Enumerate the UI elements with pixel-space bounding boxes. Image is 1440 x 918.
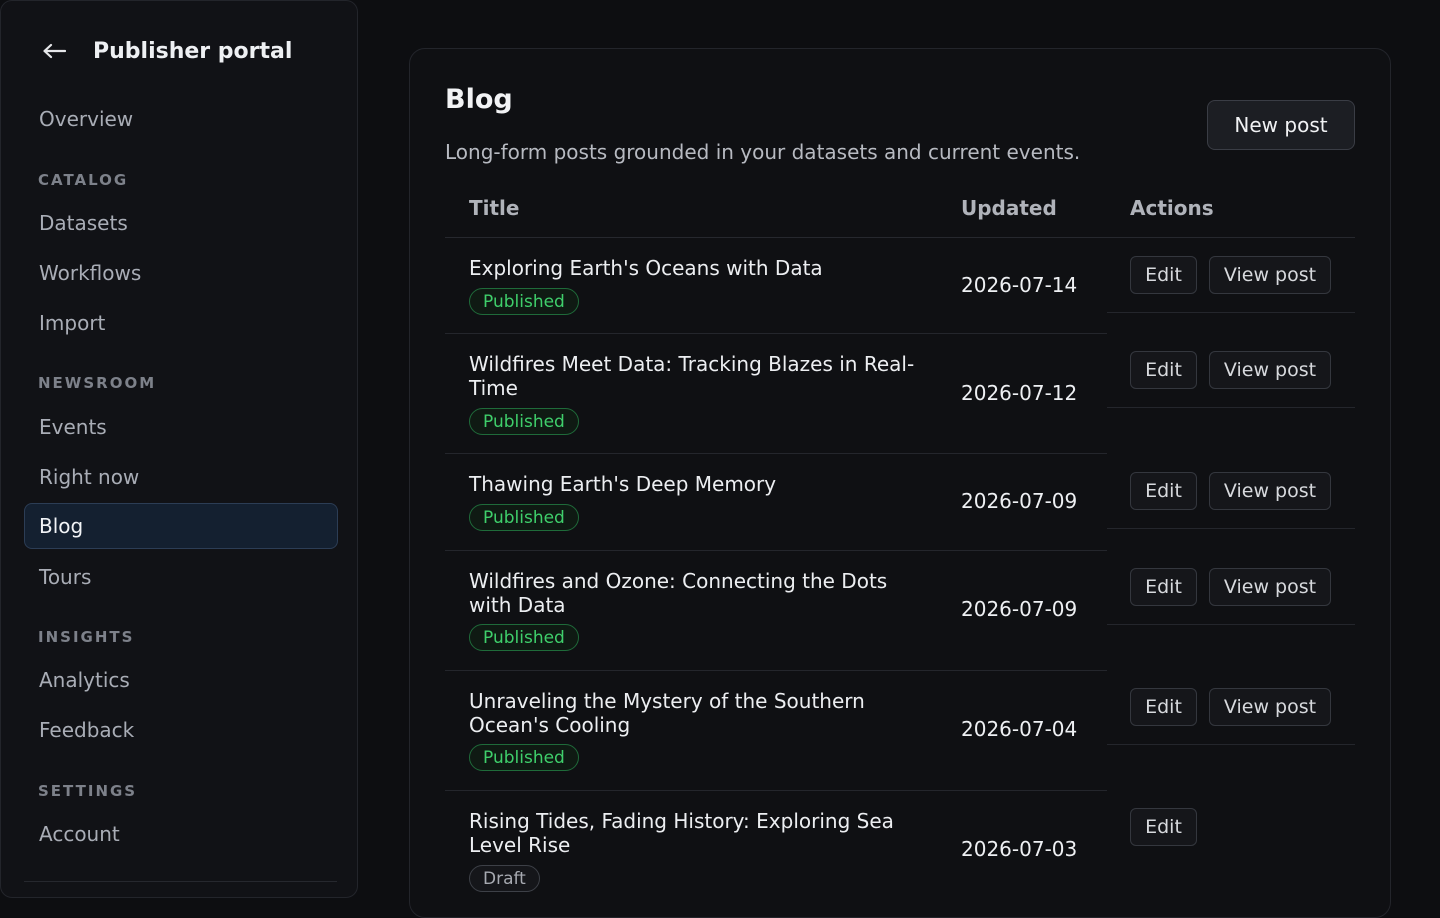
sidebar-item-events[interactable]: Events [24,404,338,450]
column-header-title: Title [469,196,520,220]
row-divider [445,550,1107,551]
edit-button[interactable]: Edit [1130,688,1197,726]
sidebar-item-blog[interactable]: Blog [24,503,338,549]
view-post-button[interactable]: View post [1209,568,1331,606]
sidebar-item-account[interactable]: Account [24,811,338,857]
row-divider [445,333,1107,334]
updated-date: 2026-07-04 [961,717,1078,741]
status-badge: Published [469,624,579,651]
post-title[interactable]: Rising Tides, Fading History: Exploring … [469,809,929,857]
section-label-catalog: CATALOG [38,171,129,189]
sidebar-item-feedback[interactable]: Feedback [24,707,338,753]
view-post-button[interactable]: View post [1209,256,1331,294]
view-post-button[interactable]: View post [1209,688,1331,726]
sidebar-item-analytics[interactable]: Analytics [24,657,338,703]
row-divider [445,670,1107,671]
sidebar-item-right-now[interactable]: Right now [24,454,338,500]
section-label-insights: INSIGHTS [38,628,135,646]
status-badge: Published [469,744,579,771]
section-label-settings: SETTINGS [38,782,138,800]
view-post-button[interactable]: View post [1209,472,1331,510]
edit-button[interactable]: Edit [1130,351,1197,389]
status-badge: Draft [469,865,540,892]
row-divider [1107,744,1355,745]
row-divider [1107,312,1355,313]
post-title[interactable]: Unraveling the Mystery of the Southern O… [469,689,929,737]
updated-date: 2026-07-12 [961,381,1078,405]
edit-button[interactable]: Edit [1130,808,1197,846]
section-label-newsroom: NEWSROOM [38,374,157,392]
sidebar-item-tours[interactable]: Tours [24,554,338,600]
post-title[interactable]: Wildfires and Ozone: Connecting the Dots… [469,569,929,617]
edit-button[interactable]: Edit [1130,568,1197,606]
page-title: Blog [445,84,513,115]
page-subtitle: Long-form posts grounded in your dataset… [445,140,1081,164]
updated-date: 2026-07-14 [961,273,1078,297]
post-title[interactable]: Thawing Earth's Deep Memory [469,472,929,496]
post-title[interactable]: Wildfires Meet Data: Tracking Blazes in … [469,352,929,400]
edit-button[interactable]: Edit [1130,472,1197,510]
sidebar-item-import[interactable]: Import [24,300,338,346]
sidebar-item-datasets[interactable]: Datasets [24,200,338,246]
status-badge: Published [469,504,579,531]
row-divider [1107,528,1355,529]
sidebar-header: Publisher portal [41,31,292,71]
row-divider [1107,624,1355,625]
status-badge: Published [469,288,579,315]
row-divider [445,790,1107,791]
column-header-actions: Actions [1130,196,1214,220]
arrow-left-icon[interactable] [41,41,67,61]
sidebar-item-overview[interactable]: Overview [24,96,338,142]
edit-button[interactable]: Edit [1130,256,1197,294]
sidebar-divider [24,881,337,882]
updated-date: 2026-07-09 [961,489,1078,513]
portal-title: Publisher portal [93,38,293,64]
view-post-button[interactable]: View post [1209,351,1331,389]
post-title[interactable]: Exploring Earth's Oceans with Data [469,256,929,280]
new-post-button[interactable]: New post [1207,100,1355,150]
row-divider [445,453,1107,454]
row-divider [1107,407,1355,408]
table-header-divider [445,237,1355,238]
updated-date: 2026-07-09 [961,597,1078,621]
column-header-updated: Updated [961,196,1057,220]
sidebar-item-workflows[interactable]: Workflows [24,250,338,296]
updated-date: 2026-07-03 [961,837,1078,861]
status-badge: Published [469,408,579,435]
sidebar: Publisher portal Overview CATALOG Datase… [0,0,358,898]
